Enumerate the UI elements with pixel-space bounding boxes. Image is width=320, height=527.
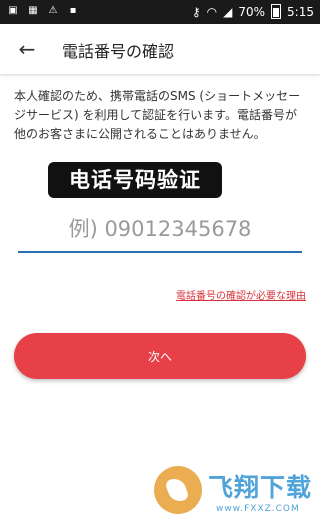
app-bar: ← 電話番号の確認	[0, 24, 320, 74]
watermark: 飞翔下载 www.FXXZ.COM	[150, 462, 318, 520]
status-left-icons: ▣ ▦ ⚠ ▪	[6, 4, 80, 18]
status-right-icons: ⚷ ◠ ◢ 70% 5:15	[192, 4, 314, 19]
reason-link[interactable]: 電話番号の確認が必要な理由	[176, 287, 306, 302]
battery-icon	[271, 4, 282, 19]
sim-icon: ▣	[8, 5, 18, 16]
description-text: 本人確認のため、携帯電話のSMS (ショートメッセージサービス) を利用して認証…	[14, 89, 301, 141]
next-button[interactable]: 次へ	[14, 333, 306, 379]
phone-number-input[interactable]	[18, 207, 302, 253]
overlay-caption: 电话号码验证	[48, 162, 222, 198]
signal-icon: ◢	[223, 4, 233, 19]
page-title: 電話番号の確認	[62, 42, 175, 61]
notification-icon: ▪	[69, 5, 77, 16]
battery-percent: 70%	[238, 4, 266, 19]
watermark-url: www.FXXZ.COM	[216, 504, 300, 514]
status-time: 5:15	[287, 4, 314, 19]
watermark-logo-icon	[154, 466, 202, 514]
warning-icon: ⚠	[48, 5, 58, 16]
image-icon: ▦	[28, 5, 38, 16]
wifi-icon: ◠	[206, 4, 218, 19]
key-icon: ⚷	[191, 4, 201, 19]
status-bar: ▣ ▦ ⚠ ▪ ⚷ ◠ ◢ 70% 5:15	[0, 0, 320, 24]
watermark-text: 飞翔下载	[208, 473, 313, 502]
arrow-left-icon[interactable]: ←	[14, 36, 40, 62]
